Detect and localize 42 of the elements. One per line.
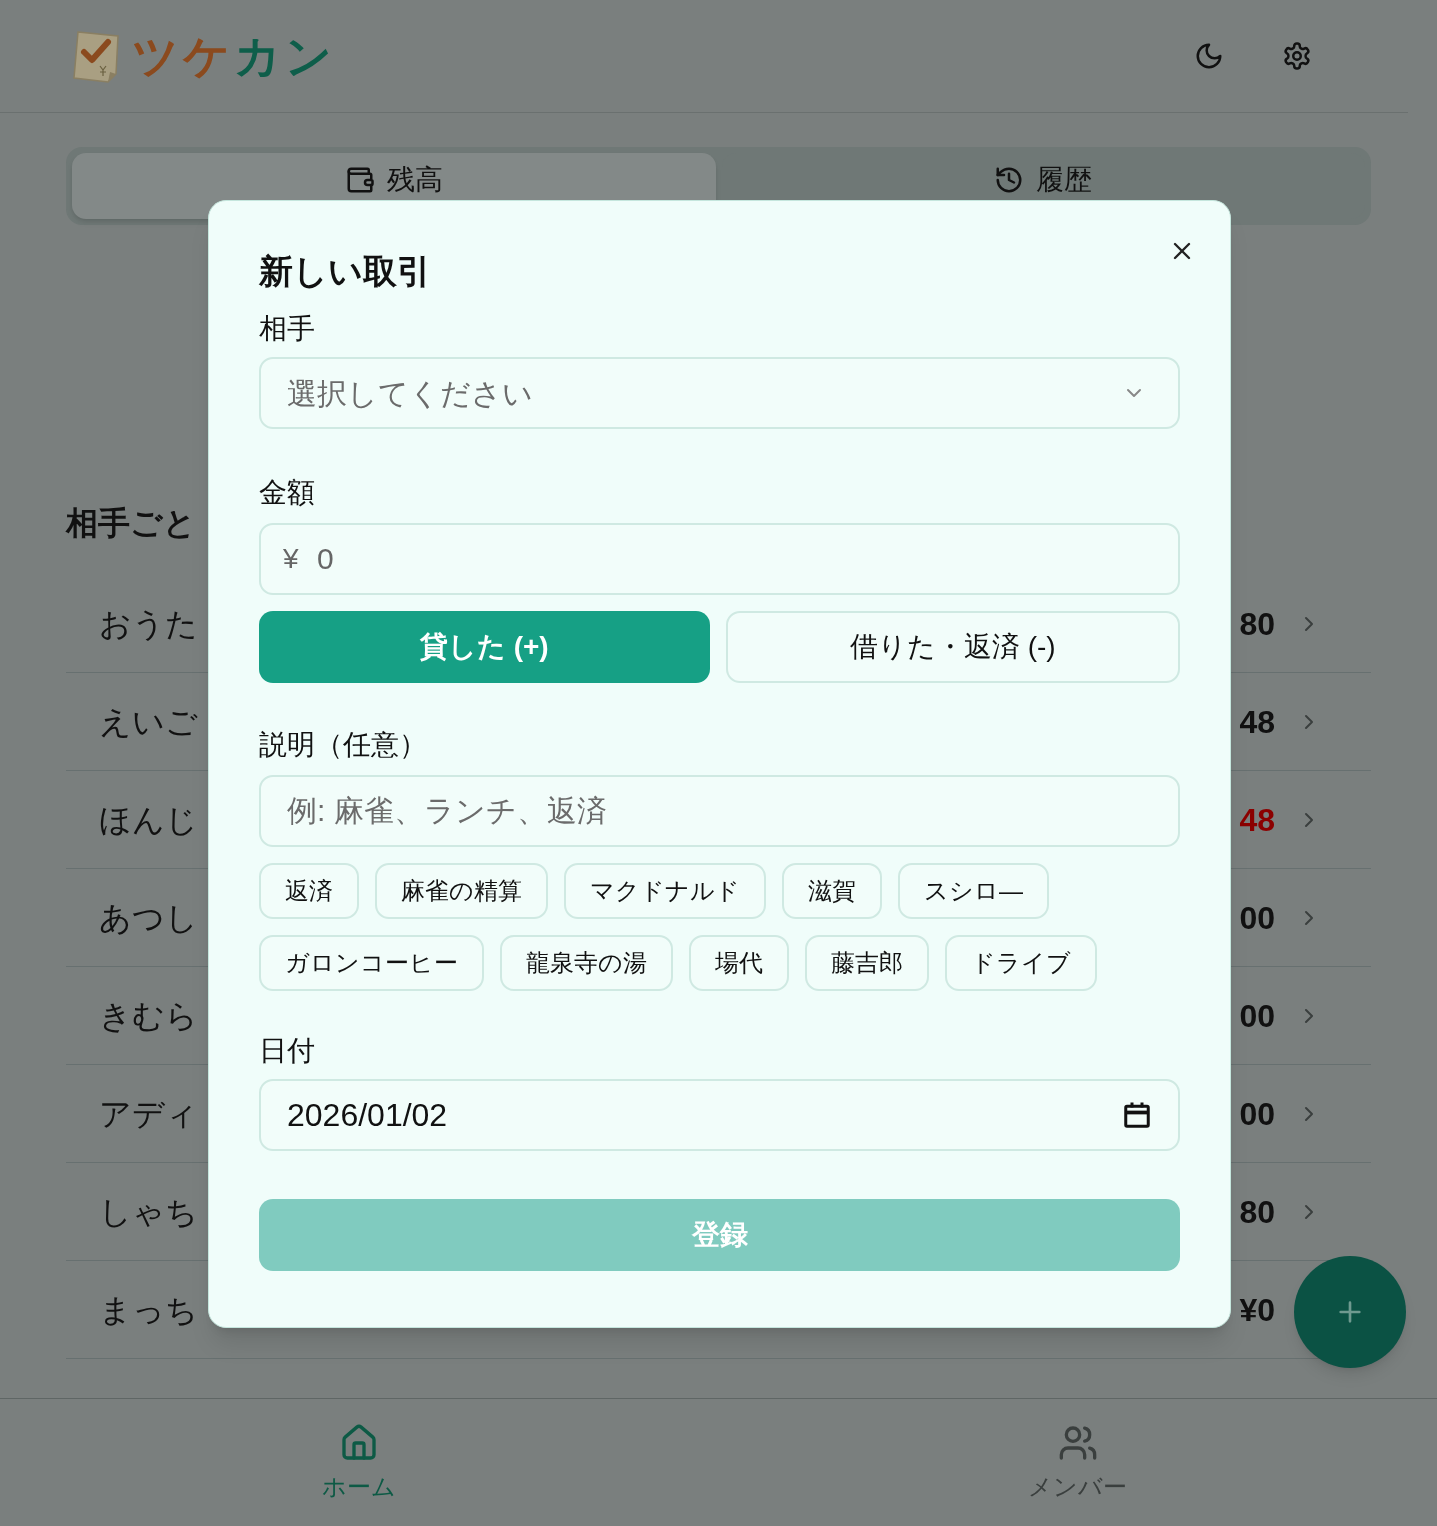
currency-symbol: ¥ — [283, 543, 299, 575]
moon-icon[interactable] — [1194, 41, 1224, 71]
field-label: 金額 — [259, 476, 316, 510]
balance-amount: 48 — [1239, 702, 1275, 742]
section-title: 相手ごと — [66, 504, 197, 543]
balance-amount: 48 — [1239, 800, 1275, 840]
people-icon — [1057, 1423, 1098, 1463]
field-label: 日付 — [259, 1034, 316, 1068]
suggestion-chip[interactable]: 場代 — [689, 935, 789, 991]
suggestion-chip[interactable]: ガロンコーヒー — [259, 935, 484, 991]
balance-amount: 00 — [1239, 1094, 1275, 1134]
member-name: まっち — [99, 1290, 198, 1330]
balance-amount: ¥0 — [1239, 1290, 1275, 1330]
select-field[interactable]: 選択してください — [259, 357, 1180, 429]
suggestion-chip[interactable]: 麻雀の精算 — [375, 863, 548, 919]
app-logo: ツケ カン — [132, 33, 336, 79]
member-name: おうた — [99, 604, 198, 644]
settings-icon[interactable] — [1282, 41, 1312, 71]
balance-amount: 00 — [1239, 996, 1275, 1036]
suggestion-chip[interactable]: マクドナルド — [564, 863, 766, 919]
balance-amount: 80 — [1239, 604, 1275, 644]
dialog-title: 新しい取引 — [259, 251, 432, 292]
field-label: 相手 — [259, 312, 316, 346]
suggestion-chip[interactable]: 返済 — [259, 863, 359, 919]
description-field[interactable]: 例: 麻雀、ランチ、返済 — [259, 775, 1180, 847]
suggestion-chip[interactable]: スシロ— — [898, 863, 1049, 919]
date-field[interactable]: 2026/01/02 — [259, 1079, 1180, 1151]
balance-amount: 00 — [1239, 898, 1275, 938]
balance-amount: 80 — [1239, 1192, 1275, 1232]
suggestion-chip[interactable]: 藤吉郎 — [805, 935, 929, 991]
calendar-icon[interactable] — [1122, 1100, 1152, 1130]
member-name: あつし — [99, 898, 198, 938]
suggestion-chip[interactable]: 龍泉寺の湯 — [500, 935, 673, 991]
member-name: きむら — [99, 996, 198, 1036]
member-name: アディ — [99, 1094, 198, 1134]
member-name: ほんじ — [99, 800, 198, 840]
suggestion-chip[interactable]: ドライブ — [945, 935, 1097, 991]
suggestion-chip[interactable]: 滋賀 — [782, 863, 882, 919]
direction-toggle[interactable]: 借りた・返済 (-) — [725, 611, 1180, 683]
member-name: えいご — [99, 702, 198, 742]
field-label: 説明（任意） — [259, 728, 428, 762]
member-name: しゃち — [99, 1192, 198, 1232]
